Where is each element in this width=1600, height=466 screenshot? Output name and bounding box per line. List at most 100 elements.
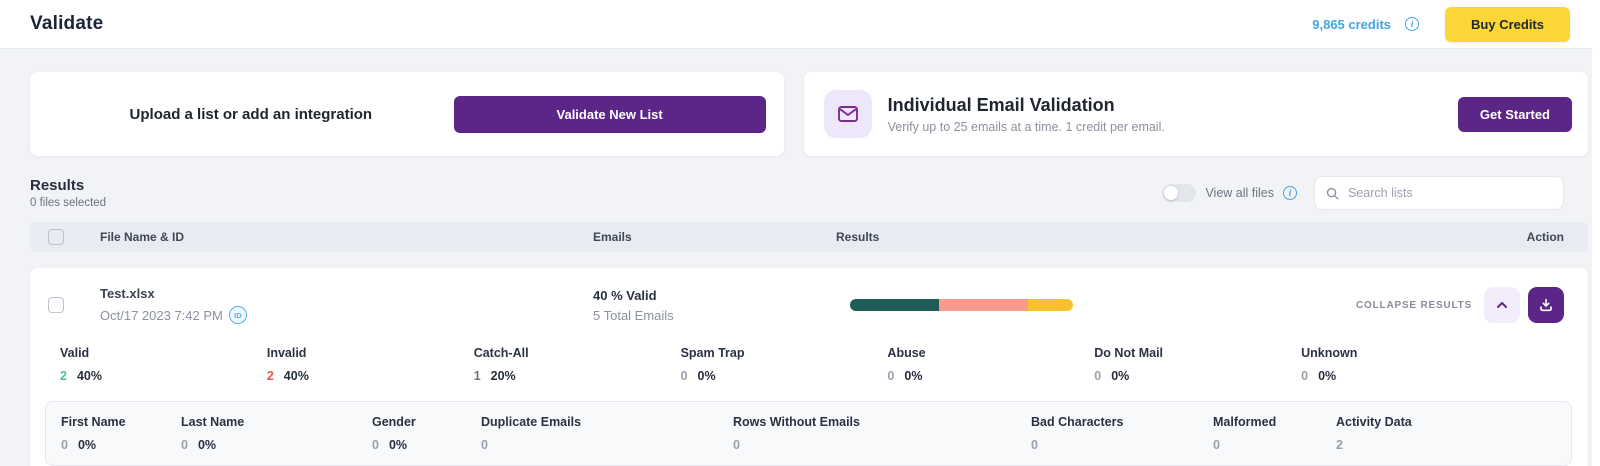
fstat-rows-without-emails: Rows Without Emails 0 [733, 415, 1031, 452]
stat-label: Do Not Mail [1094, 346, 1164, 360]
main-content: Upload a list or add an integration Vali… [0, 48, 1600, 466]
fstat-label: Bad Characters [1031, 415, 1124, 429]
collapse-chevron-button[interactable] [1484, 287, 1520, 323]
buy-credits-button[interactable]: Buy Credits [1445, 6, 1570, 42]
fstat-first-name: First Name 0 0% [61, 415, 181, 452]
fstat-label: Duplicate Emails [481, 415, 582, 429]
results-controls: View all files i [1162, 176, 1564, 210]
envelope-icon [823, 90, 872, 138]
results-title: Results [30, 177, 85, 194]
stat-do-not-mail: Do Not Mail 0 0% [1094, 346, 1301, 383]
emails-summary: 40 % Valid 5 Total Emails [593, 288, 836, 323]
fstat-percent: 0% [388, 438, 408, 452]
fstat-count: 0 [372, 438, 379, 452]
fstat-count: 2 [1336, 438, 1343, 452]
download-icon [1540, 298, 1552, 312]
individual-validation-text: Individual Email Validation Verify up to… [888, 95, 1458, 134]
stat-label: Valid [60, 346, 90, 360]
file-date: Oct/17 2023 7:42 PM ID [100, 306, 593, 324]
fstat-gender: Gender 0 0% [372, 415, 481, 452]
stat-percent: 0% [904, 369, 923, 383]
column-action: Action [1526, 230, 1564, 244]
stat-label: Unknown [1301, 346, 1358, 360]
results-card: Test.xlsx Oct/17 2023 7:42 PM ID 40 % Va… [30, 268, 1588, 466]
stat-label: Invalid [266, 346, 307, 360]
download-results-button[interactable] [1528, 287, 1564, 323]
fstat-label: Last Name [181, 415, 245, 429]
fstat-label: First Name [61, 415, 126, 429]
file-name: Test.xlsx [100, 286, 155, 301]
upload-card: Upload a list or add an integration Vali… [30, 72, 784, 156]
stat-percent: 0% [1111, 369, 1130, 383]
file-id-icon[interactable]: ID [228, 306, 247, 324]
validation-stats-row: Valid 2 40% Invalid 2 40% Catch-All 1 20% S… [30, 346, 1588, 383]
row-actions: COLLAPSE RESULTS [1356, 287, 1564, 323]
topbar-right: 9,865 credits i Buy Credits [1312, 6, 1570, 42]
get-started-button[interactable]: Get Started [1457, 96, 1572, 132]
top-bar: Validate 9,865 credits i Buy Credits [0, 0, 1600, 48]
stat-percent: 0% [1318, 369, 1337, 383]
stat-label: Abuse [887, 346, 926, 360]
files-selected-count: 0 files selected [30, 197, 107, 209]
fstat-label: Malformed [1213, 415, 1277, 429]
table-row: Test.xlsx Oct/17 2023 7:42 PM ID 40 % Va… [30, 286, 1588, 324]
view-all-files-toggle[interactable] [1162, 184, 1197, 202]
page-title: Validate [30, 13, 104, 34]
stat-count: 0 [887, 369, 895, 383]
view-all-info-icon[interactable]: i [1283, 186, 1297, 200]
credits-info-icon[interactable]: i [1405, 17, 1420, 31]
stat-unknown: Unknown 0 0% [1301, 346, 1508, 383]
credits-balance: 9,865 credits [1312, 16, 1392, 32]
fstat-count: 0 [733, 438, 740, 452]
fstat-count: 0 [481, 438, 488, 452]
select-all-checkbox[interactable] [48, 229, 64, 245]
individual-validation-subtitle: Verify up to 25 emails at a time. 1 cred… [887, 119, 1165, 134]
validation-progress-bar [850, 299, 1073, 311]
fstat-count: 0 [181, 438, 188, 452]
fstat-malformed: Malformed 0 [1213, 415, 1336, 452]
chevron-up-icon [1497, 302, 1507, 308]
toggle-knob [1164, 186, 1179, 200]
stat-catch-all: Catch-All 1 20% [474, 346, 681, 383]
individual-validation-title: Individual Email Validation [887, 94, 1115, 115]
search-box [1314, 176, 1564, 210]
fstat-label: Activity Data [1336, 415, 1412, 429]
fstat-percent: 0% [197, 438, 217, 452]
column-emails: Emails [593, 230, 632, 244]
stat-label: Catch-All [473, 346, 529, 360]
stat-label: Spam Trap [680, 346, 745, 360]
validate-new-list-button[interactable]: Validate New List [453, 95, 766, 133]
row-checkbox[interactable] [48, 297, 64, 313]
valid-percent-text: 40 % Valid [593, 287, 657, 303]
stat-percent: 40% [76, 369, 102, 383]
file-stats-box: First Name 0 0% Last Name 0 0% Gender 0 0% … [45, 401, 1572, 466]
results-header: Results 0 files selected View all files … [30, 176, 1588, 210]
scrollbar-track[interactable] [1592, 0, 1600, 466]
stat-spam-trap: Spam Trap 0 0% [681, 346, 888, 383]
fstat-bad-characters: Bad Characters 0 [1031, 415, 1213, 452]
total-emails-text: 5 Total Emails [593, 307, 674, 323]
stat-count: 0 [1301, 369, 1309, 383]
stat-percent: 40% [283, 369, 309, 383]
stat-percent: 20% [490, 369, 516, 383]
bar-segment-invalid [939, 299, 1029, 311]
view-all-files-label: View all files [1205, 186, 1274, 200]
fstat-label: Gender [372, 415, 416, 429]
search-input[interactable] [1348, 186, 1553, 200]
results-title-block: Results 0 files selected [30, 177, 106, 209]
results-bar-cell [836, 299, 1356, 311]
search-icon [1326, 187, 1339, 199]
fstat-count: 0 [61, 438, 68, 452]
stat-count: 0 [1094, 369, 1102, 383]
file-info: Test.xlsx Oct/17 2023 7:42 PM ID [100, 286, 593, 324]
stat-count: 2 [60, 369, 67, 383]
fstat-duplicate-emails: Duplicate Emails 0 [481, 415, 733, 452]
fstat-last-name: Last Name 0 0% [181, 415, 372, 452]
collapse-results-button[interactable]: COLLAPSE RESULTS [1356, 300, 1472, 311]
file-date-text: Oct/17 2023 7:42 PM [100, 307, 223, 323]
bar-segment-valid [850, 299, 940, 311]
stat-count: 1 [473, 369, 481, 383]
column-results: Results [836, 230, 880, 244]
fstat-label: Rows Without Emails [733, 415, 860, 429]
stat-percent: 0% [697, 369, 716, 383]
